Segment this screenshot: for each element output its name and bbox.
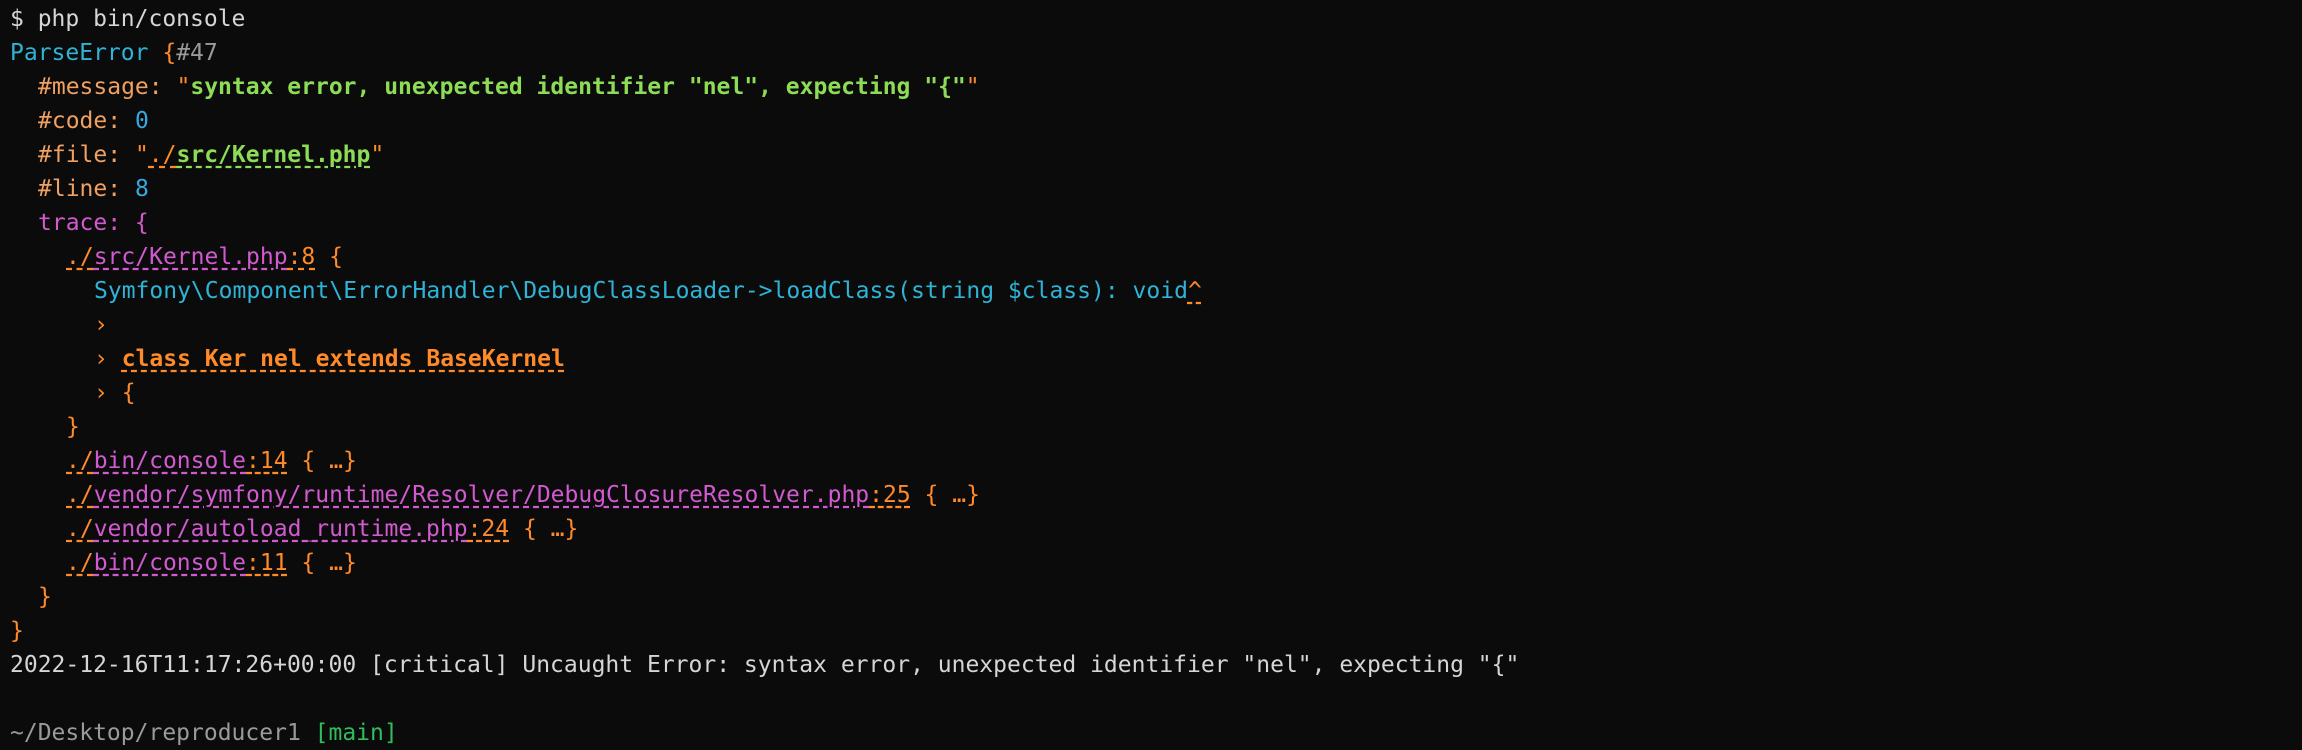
frame-line[interactable]: :24 — [468, 516, 510, 542]
error-file-row: #file: "./src/Kernel.php" — [38, 138, 384, 172]
file-quote-open: " — [134, 142, 149, 168]
frame-dir[interactable]: ./ — [66, 244, 94, 270]
file-dir[interactable]: ./ — [149, 142, 177, 168]
error-code-row: #code: 0 — [38, 104, 149, 138]
code-context-highlight: › class Ker nel extends BaseKernel — [94, 342, 565, 376]
code-marker: › — [94, 346, 122, 372]
message-key: #message: — [38, 74, 177, 100]
trace-call: Symfony\Component\ErrorHandler\DebugClas… — [94, 274, 1202, 308]
message-quote-close: " — [965, 74, 980, 100]
code-value: 0 — [134, 108, 149, 134]
frame-line[interactable]: :11 — [246, 550, 288, 576]
frame-dir[interactable]: ./ — [66, 482, 94, 508]
error-message-row: #message: "syntax error, unexpected iden… — [38, 70, 980, 104]
frame-close-brace: } — [66, 414, 80, 440]
frame-collapsed[interactable]: { …} — [288, 448, 356, 474]
frame-path[interactable]: vendor/symfony/runtime/Resolver/DebugClo… — [94, 482, 869, 508]
frame-collapsed[interactable]: { …} — [911, 482, 980, 508]
frame-line[interactable]: :8 — [288, 244, 316, 270]
frame-path[interactable]: vendor/autoload_runtime.php — [94, 516, 468, 542]
trace-frame: ./src/Kernel.php:8 { — [66, 240, 343, 274]
trace-close-brace: } — [38, 584, 52, 610]
code-context-line: › — [94, 312, 108, 338]
error-line-row: #line: 8 — [38, 172, 149, 206]
file-path[interactable]: src/Kernel.php — [177, 142, 371, 168]
file-quote-close: " — [370, 142, 385, 168]
terminal-window[interactable]: $ php bin/console ParseError {#47 #messa… — [0, 0, 2302, 746]
code-key: #code: — [38, 108, 135, 134]
message-quote-open: " — [176, 74, 191, 100]
file-key: #file: — [38, 142, 135, 168]
call-signature: Symfony\Component\ErrorHandler\DebugClas… — [94, 278, 1188, 304]
log-line: 2022-12-16T11:17:26+00:00 [critical] Unc… — [10, 652, 1520, 678]
frame-line[interactable]: :25 — [869, 482, 911, 508]
trace-frame: ./bin/console:11 { …} — [66, 546, 357, 580]
error-header: ParseError {#47 — [10, 36, 218, 70]
line-key: #line: — [38, 176, 135, 202]
code-context-line: › { — [94, 380, 136, 406]
trace-frame: ./vendor/autoload_runtime.php:24 { …} — [66, 512, 578, 546]
frame-line[interactable]: :14 — [246, 448, 288, 474]
shell-prompt: ~/Desktop/reproducer1 [main] — [10, 716, 398, 750]
command-line: $ php bin/console — [10, 6, 246, 32]
line-value: 8 — [134, 176, 149, 202]
trace-frame: ./bin/console:14 { …} — [66, 444, 357, 478]
error-id: #47 — [176, 40, 218, 66]
trace-frame: ./vendor/symfony/runtime/Resolver/DebugC… — [66, 478, 980, 512]
frame-dir[interactable]: ./ — [66, 516, 94, 542]
error-brace: { — [148, 40, 177, 66]
message-value: syntax error, unexpected identifier "nel… — [190, 74, 966, 100]
error-close-brace: } — [10, 618, 24, 644]
frame-dir[interactable]: ./ — [66, 448, 94, 474]
frame-brace: { — [315, 244, 343, 270]
frame-collapsed[interactable]: { …} — [509, 516, 578, 542]
git-branch: [main] — [300, 720, 398, 746]
trace-key: trace: { — [38, 210, 149, 236]
prompt-path: ~/Desktop/reproducer1 — [10, 720, 301, 746]
frame-path[interactable]: bin/console — [94, 550, 246, 576]
frame-path[interactable]: src/Kernel.php — [94, 244, 288, 270]
frame-collapsed[interactable]: { …} — [288, 550, 356, 576]
error-class: ParseError — [10, 40, 149, 66]
call-caret[interactable]: ^ — [1188, 278, 1202, 304]
frame-dir[interactable]: ./ — [66, 550, 94, 576]
frame-path[interactable]: bin/console — [94, 448, 246, 474]
code-highlight-text: class Ker nel extends BaseKernel — [121, 346, 565, 372]
